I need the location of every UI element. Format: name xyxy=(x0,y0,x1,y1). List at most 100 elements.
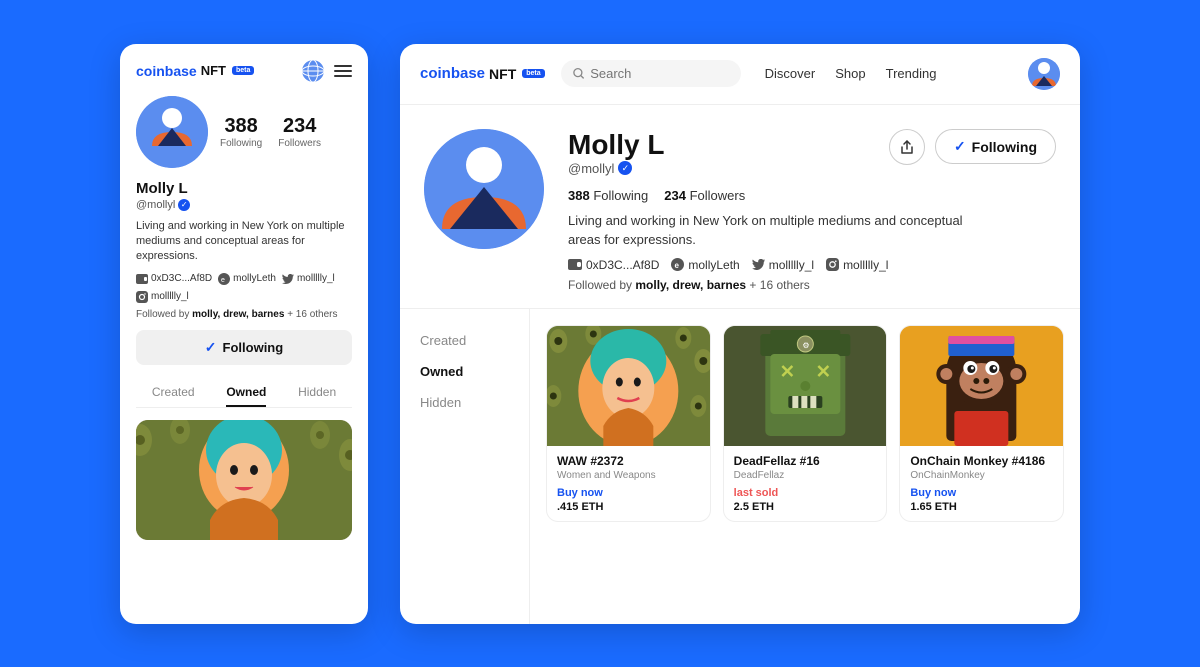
desktop-wallet-link: 0xD3C...Af8D xyxy=(568,258,659,272)
mobile-followers-count: 234 xyxy=(283,115,316,138)
nft-title-2: OnChain Monkey #4186 xyxy=(910,454,1053,468)
globe-icon[interactable] xyxy=(302,60,324,82)
nft-collection-1: DeadFellaz xyxy=(734,470,877,481)
desktop-ens-link: e mollyLeth xyxy=(671,258,739,272)
mobile-follow-button[interactable]: ✓ Following xyxy=(136,330,352,365)
mobile-instagram-link: mollllly_l xyxy=(136,291,189,303)
desktop-twitter-icon xyxy=(752,259,765,270)
search-input[interactable] xyxy=(590,66,728,81)
mobile-topbar: coinbase NFT beta xyxy=(136,60,352,82)
share-button[interactable] xyxy=(889,129,925,165)
nft-title-1: DeadFellaz #16 xyxy=(734,454,877,468)
mobile-logo-coinbase: coinbase xyxy=(136,63,197,79)
desktop-logo-coinbase: coinbase xyxy=(420,65,485,82)
desktop-following-button[interactable]: ✓ Following xyxy=(935,129,1056,164)
mobile-card: coinbase NFT beta xyxy=(120,44,368,624)
desktop-name-block: Molly L @mollyl ✓ xyxy=(568,129,664,184)
mobile-following-label: Following xyxy=(220,138,262,149)
desktop-twitter-link: mollllly_l xyxy=(752,258,814,272)
mobile-tabs: Created Owned Hidden xyxy=(136,379,352,408)
sidebar-item-hidden[interactable]: Hidden xyxy=(420,387,509,418)
mobile-links: 0xD3C...Af8D e mollyLeth mollllly_l moll… xyxy=(136,273,352,303)
nft-action-1: last sold xyxy=(734,487,877,499)
mobile-logo: coinbase NFT beta xyxy=(136,63,254,79)
mobile-handle: @mollyl ✓ xyxy=(136,199,352,211)
desktop-handle: @mollyl ✓ xyxy=(568,161,664,176)
nft-card-0[interactable]: WAW #2372 Women and Weapons Buy now .415… xyxy=(546,325,711,522)
desktop-nav-links: Discover Shop Trending xyxy=(765,66,937,81)
mobile-stats: 388 Following 234 Followers xyxy=(220,115,321,149)
mobile-wallet-link: 0xD3C...Af8D xyxy=(136,273,212,285)
twitter-icon xyxy=(282,274,294,284)
nav-link-discover[interactable]: Discover xyxy=(765,66,816,81)
desktop-logo-nft: NFT xyxy=(489,66,516,82)
mobile-following-stat: 388 Following xyxy=(220,115,262,149)
nft-card-1[interactable]: ⚙ DeadFellaz #16 DeadFellaz last sold 2.… xyxy=(723,325,888,522)
mobile-followers-label: Followers xyxy=(278,138,321,149)
mobile-tab-created[interactable]: Created xyxy=(152,379,195,407)
nft-title-0: WAW #2372 xyxy=(557,454,700,468)
mobile-logo-nft: NFT xyxy=(201,63,226,78)
desktop-avatar xyxy=(424,129,544,249)
nft-collection-2: OnChainMonkey xyxy=(910,470,1053,481)
mobile-followed-by: Followed by molly, drew, barnes + 16 oth… xyxy=(136,309,352,320)
desktop-links-row: 0xD3C...Af8D e mollyLeth mollllly_l moll… xyxy=(568,258,1056,272)
desktop-instagram-icon xyxy=(826,258,839,271)
mobile-tab-hidden[interactable]: Hidden xyxy=(298,379,336,407)
mobile-verified-badge: ✓ xyxy=(178,199,190,211)
desktop-wallet-icon xyxy=(568,259,582,270)
svg-text:e: e xyxy=(221,277,225,284)
desktop-name: Molly L xyxy=(568,129,664,161)
desktop-profile-area: Molly L @mollyl ✓ ✓ xyxy=(400,105,1080,308)
nft-collection-0: Women and Weapons xyxy=(557,470,700,481)
svg-text:e: e xyxy=(675,261,680,270)
desktop-profile-info: Molly L @mollyl ✓ ✓ xyxy=(568,129,1056,292)
search-icon xyxy=(573,67,585,80)
desktop-nav-avatar[interactable] xyxy=(1028,58,1060,90)
mobile-beta-badge: beta xyxy=(232,66,254,75)
desktop-content: WAW #2372 Women and Weapons Buy now .415… xyxy=(530,309,1080,624)
nav-link-trending[interactable]: Trending xyxy=(886,66,937,81)
mobile-topbar-icons xyxy=(302,60,352,82)
mobile-avatar xyxy=(136,96,208,168)
ens-icon: e xyxy=(218,273,230,285)
desktop-main: Created Owned Hidden xyxy=(400,308,1080,624)
desktop-search-bar[interactable] xyxy=(561,60,741,87)
mobile-profile-section: 388 Following 234 Followers xyxy=(136,96,352,168)
mobile-tab-owned[interactable]: Owned xyxy=(226,379,266,407)
nft-info-2: OnChain Monkey #4186 OnChainMonkey Buy n… xyxy=(900,446,1063,521)
nft-card-2[interactable]: OnChain Monkey #4186 OnChainMonkey Buy n… xyxy=(899,325,1064,522)
desktop-ens-icon: e xyxy=(671,258,684,271)
instagram-icon xyxy=(136,291,148,303)
mobile-twitter-link: mollllly_l xyxy=(282,273,335,285)
mobile-following-count: 388 xyxy=(224,115,257,138)
desktop-card: coinbase NFT beta Discover Shop Trending xyxy=(400,44,1080,624)
wallet-icon xyxy=(136,274,148,284)
hamburger-menu[interactable] xyxy=(334,65,352,77)
desktop-followers-stat: 234 Followers xyxy=(664,188,745,203)
desktop-instagram-link: mollllly_l xyxy=(826,258,888,272)
nft-price-2: 1.65 ETH xyxy=(910,501,1053,513)
mobile-nft-preview xyxy=(136,420,352,540)
nav-link-shop[interactable]: Shop xyxy=(835,66,865,81)
nft-action-0[interactable]: Buy now xyxy=(557,487,700,499)
desktop-checkmark-icon: ✓ xyxy=(954,138,966,155)
nft-image-1: ⚙ xyxy=(724,326,887,446)
share-icon xyxy=(899,139,915,155)
sidebar-item-created[interactable]: Created xyxy=(420,325,509,356)
nft-info-0: WAW #2372 Women and Weapons Buy now .415… xyxy=(547,446,710,521)
desktop-sidebar: Created Owned Hidden xyxy=(400,309,530,624)
desktop-beta-badge: beta xyxy=(522,69,544,78)
desktop-nav: coinbase NFT beta Discover Shop Trending xyxy=(400,44,1080,105)
nft-price-1: 2.5 ETH xyxy=(734,501,877,513)
sidebar-item-owned[interactable]: Owned xyxy=(420,356,509,387)
desktop-logo: coinbase NFT beta xyxy=(420,65,545,82)
nft-image-0 xyxy=(547,326,710,446)
mobile-bio: Living and working in New York on multip… xyxy=(136,219,352,265)
desktop-bio: Living and working in New York on multip… xyxy=(568,211,988,250)
mobile-name: Molly L xyxy=(136,180,352,197)
desktop-stats: 388 Following 234 Followers xyxy=(568,188,1056,203)
nft-action-2[interactable]: Buy now xyxy=(910,487,1053,499)
desktop-verified-badge: ✓ xyxy=(618,161,632,175)
desktop-followed-by: Followed by molly, drew, barnes + 16 oth… xyxy=(568,278,1056,292)
